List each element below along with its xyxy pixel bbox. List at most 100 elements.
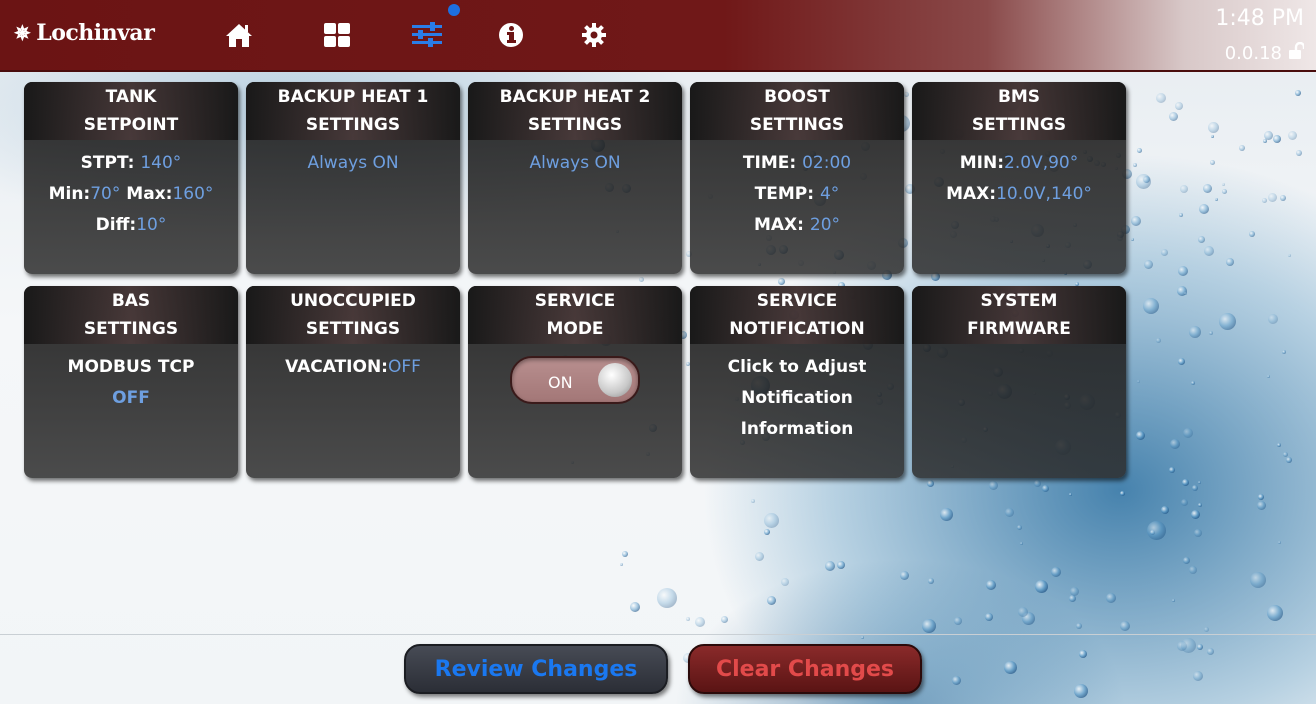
tile-body: MODBUS TCP OFF (24, 344, 238, 414)
bas-status: OFF (112, 388, 150, 408)
service-notification-tile[interactable]: SERVICE NOTIFICATION Click to Adjust Not… (690, 286, 904, 478)
tile-title: BAS (111, 291, 151, 311)
tile-header: SERVICE MODE (468, 286, 682, 344)
bubble (1198, 235, 1206, 243)
bubble (860, 636, 864, 640)
bubble (1191, 484, 1198, 491)
bubble (1218, 313, 1236, 331)
system-firmware-tile[interactable]: SYSTEM FIRMWARE (912, 286, 1126, 478)
diff-label: Diff: (95, 215, 137, 235)
bubble (1268, 192, 1278, 202)
tile-subtitle: SETTINGS (971, 115, 1067, 135)
bubble (1147, 520, 1166, 540)
max-value: 20° (809, 215, 841, 235)
bubble (1248, 230, 1255, 237)
tile-header: BAS SETTINGS (24, 286, 238, 344)
bubble (1287, 130, 1297, 140)
bubble (1189, 565, 1198, 574)
bubble (656, 588, 677, 609)
unoccupied-settings-tile[interactable]: UNOCCUPIED SETTINGS VACATION:OFF (246, 286, 460, 478)
backup-heat-1-tile[interactable]: BACKUP HEAT 1 SETTINGS Always ON (246, 82, 460, 274)
bubble (1155, 338, 1161, 344)
max-label: MAX: (946, 184, 997, 204)
bubble (940, 507, 954, 521)
backup-heat-2-status: Always ON (529, 153, 621, 173)
service-mode-tile[interactable]: SERVICE MODE ON (468, 286, 682, 478)
boost-time-row: TIME: 02:00 (690, 148, 904, 179)
max-value: 10.0V,140° (996, 184, 1092, 204)
boost-temp-row: TEMP: 4° (690, 179, 904, 210)
bubble (1197, 502, 1202, 507)
info-icon[interactable] (494, 18, 528, 52)
tile-body: TIME: 02:00 TEMP: 4° MAX: 20° (690, 140, 904, 241)
bms-min-row: MIN:2.0V,90° (912, 148, 1126, 179)
tile-title: SERVICE (534, 291, 616, 311)
bubble (1180, 638, 1196, 654)
toggle-knob[interactable] (598, 363, 632, 397)
dashboard-icon[interactable] (320, 18, 354, 52)
tile-header: SERVICE NOTIFICATION (690, 286, 904, 344)
bubble (1181, 479, 1189, 487)
bubble (1272, 134, 1281, 143)
bubble (1135, 431, 1145, 441)
bubble (1074, 683, 1089, 698)
toggle-label: ON (548, 373, 573, 392)
service-mode-toggle[interactable]: ON (510, 356, 640, 404)
clock: 1:48 PM (1215, 6, 1304, 31)
min-value: 2.0V,90° (1004, 153, 1079, 173)
tank-setpoint-tile[interactable]: TANK SETPOINT STPT: 140° Min:70° Max:160… (24, 82, 238, 274)
bubble (1202, 183, 1212, 193)
boost-max-row: MAX: 20° (690, 210, 904, 241)
bubble (1208, 331, 1213, 336)
bms-settings-tile[interactable]: BMS SETTINGS MIN:2.0V,90° MAX:10.0V,140° (912, 82, 1126, 274)
tile-header: BACKUP HEAT 1 SETTINGS (246, 82, 460, 140)
gear-icon[interactable] (577, 18, 611, 52)
temp-label: TEMP: (754, 184, 815, 204)
bas-settings-tile[interactable]: BAS SETTINGS MODBUS TCP OFF (24, 286, 238, 478)
bubble (1267, 604, 1284, 621)
bubble (1287, 254, 1291, 258)
unlock-icon[interactable] (1288, 41, 1306, 65)
bubble (1161, 248, 1169, 256)
bubble (1203, 626, 1209, 632)
notification-line-3: Information (740, 419, 854, 439)
bubble (1155, 93, 1166, 104)
min-value: 70° (90, 184, 121, 204)
bubble (1177, 266, 1188, 277)
bubble (1119, 620, 1130, 631)
bubble (836, 561, 845, 570)
lochinvar-logo[interactable]: ✵ Lochinvar (14, 20, 155, 46)
bubble (694, 616, 705, 627)
settings-sliders-icon[interactable] (410, 18, 444, 52)
clear-changes-button[interactable]: Clear Changes (688, 644, 922, 694)
bubble (1137, 379, 1141, 383)
bubble (755, 551, 765, 561)
bubble (720, 616, 728, 624)
tile-body: Always ON (246, 140, 460, 179)
review-changes-button[interactable]: Review Changes (404, 644, 668, 694)
bubble (899, 571, 909, 581)
version-info: 0.0.18 (1225, 41, 1306, 65)
tile-subtitle: SETTINGS (749, 115, 845, 135)
bubble (1078, 649, 1087, 658)
min-label: MIN: (959, 153, 1005, 173)
lochinvar-emblem-icon: ✵ (14, 21, 31, 45)
backup-heat-1-status: Always ON (307, 153, 399, 173)
bubble (1285, 456, 1292, 463)
bubble (1168, 466, 1175, 473)
bubble (1206, 647, 1214, 655)
bubble (1257, 493, 1264, 500)
tile-title: TANK (105, 87, 157, 107)
vacation-value: OFF (387, 357, 421, 377)
boost-settings-tile[interactable]: BOOST SETTINGS TIME: 02:00 TEMP: 4° MAX:… (690, 82, 904, 274)
bubble (1210, 134, 1214, 138)
home-icon[interactable] (222, 18, 256, 52)
bubble (763, 529, 770, 536)
tile-subtitle: SETTINGS (83, 319, 179, 339)
time-label: TIME: (742, 153, 797, 173)
tile-title: UNOCCUPIED (290, 291, 416, 311)
diff-row: Diff:10° (24, 210, 238, 241)
bas-protocol: MODBUS TCP (67, 357, 195, 377)
tile-body: MIN:2.0V,90° MAX:10.0V,140° (912, 140, 1126, 210)
backup-heat-2-tile[interactable]: BACKUP HEAT 2 SETTINGS Always ON (468, 82, 682, 274)
